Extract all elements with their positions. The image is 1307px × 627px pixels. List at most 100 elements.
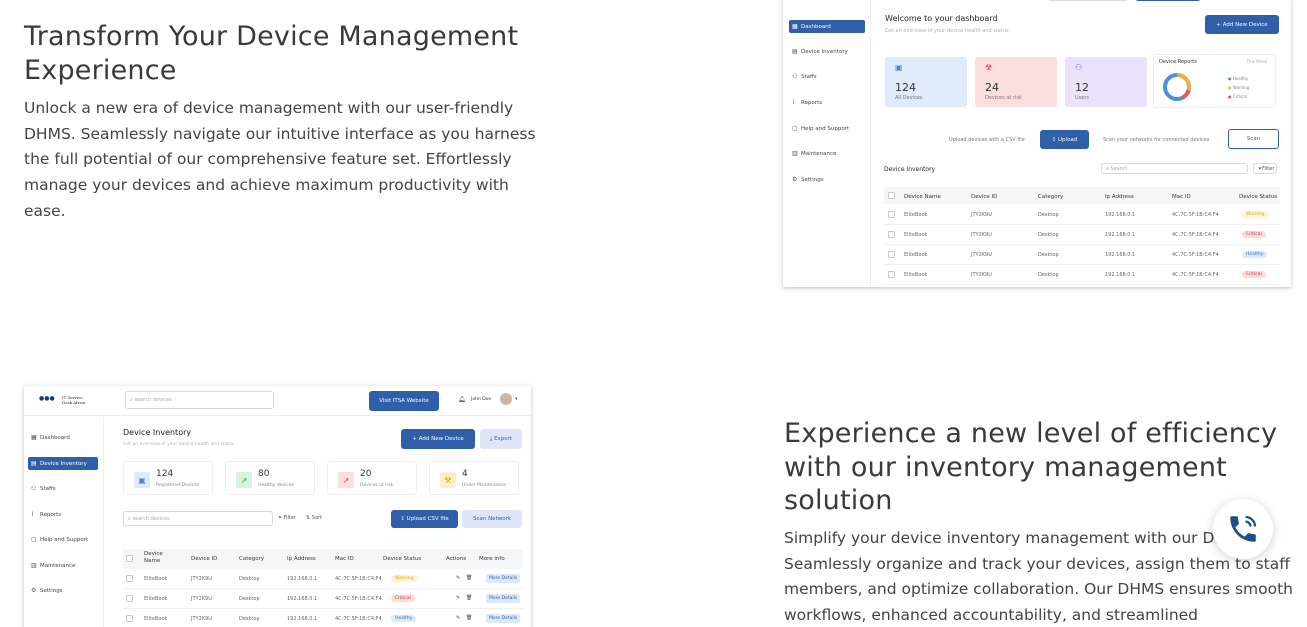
row-checkbox[interactable] — [126, 575, 133, 582]
sidebar-item-settings[interactable]: ⚙ Settings — [789, 173, 865, 186]
status-badge: Critical — [1242, 271, 1266, 278]
row-checkbox[interactable] — [126, 615, 133, 622]
sidebar-item-reports[interactable]: ⌇ Reports — [28, 508, 98, 521]
status-badge: Critical — [1242, 231, 1266, 238]
call-button[interactable] — [1213, 499, 1273, 559]
table-cell: JTY2K9U — [191, 596, 212, 602]
sidebar-label: Maintenance — [801, 150, 837, 157]
inventory-title: Device Inventory — [884, 166, 936, 173]
sort-button[interactable]: ⇅ Sort — [306, 515, 322, 521]
top-search-input[interactable]: ⌕ search devices — [125, 391, 274, 409]
column-header: Category — [239, 556, 265, 562]
sidebar-item-maintenance[interactable]: ▥ Maintenance — [28, 559, 98, 572]
sidebar-item-help[interactable]: ▢ Help and Support — [28, 533, 98, 546]
status-badge: Warning — [1242, 211, 1269, 218]
section1-paragraph: Unlock a new era of device management wi… — [24, 99, 536, 220]
chart-icon: ⌇ — [792, 99, 795, 106]
row-checkbox[interactable] — [126, 595, 133, 602]
stat-value: 20 — [360, 469, 372, 479]
upload-label: Upload devices with a CSV file — [949, 137, 1025, 143]
dashboard-screenshot: ▦ Dashboard ▤ Device Inventory ⚇ Staffs ⌇ Re… — [783, 0, 1291, 287]
edit-icon[interactable]: ✎ — [456, 595, 460, 601]
table-cell: JTY2K9U — [971, 232, 992, 238]
inventory-page-subtitle: Get an overview of your device health an… — [123, 442, 235, 447]
scan-network-button[interactable]: Scan Network — [462, 510, 522, 528]
sidebar-item-staffs[interactable]: ⚇ Staffs — [789, 70, 865, 83]
column-header: Category — [1038, 194, 1064, 200]
row-checkbox[interactable] — [888, 251, 895, 258]
tool-icon: ▥ — [792, 150, 798, 157]
table-cell: Desktop — [1038, 272, 1059, 278]
table-cell: 192.168.0.1 — [287, 576, 318, 582]
trend-up-icon: ↗ — [236, 472, 252, 488]
sidebar-item-dashboard[interactable]: ▦ Dashboard — [28, 431, 98, 444]
reports-title: Device Reports — [1159, 59, 1197, 65]
more-details-button[interactable]: More Details — [486, 594, 521, 603]
table-cell: EliteBook — [904, 252, 928, 258]
sidebar-item-inventory[interactable]: ▤ Device Inventory — [789, 45, 865, 58]
sidebar-item-reports[interactable]: ⌇ Reports — [789, 96, 865, 109]
row-divider — [884, 244, 1280, 245]
row-divider — [884, 284, 1280, 285]
export-button[interactable]: ⤓ Export — [480, 429, 522, 449]
column-header: Mac ID — [1172, 194, 1191, 200]
sidebar-item-inventory[interactable]: ▤ Device Inventory — [28, 457, 98, 470]
alert-icon: ☢ — [985, 63, 993, 72]
inventory-search-input[interactable]: ⌕ Search — [1101, 163, 1248, 174]
sidebar-item-maintenance[interactable]: ▥ Maintenance — [789, 147, 865, 160]
more-details-button[interactable]: More Details — [486, 614, 521, 623]
sidebar-item-staffs[interactable]: ⚇ Staffs — [28, 482, 98, 495]
filter-button[interactable]: ⏷ Filter — [1253, 163, 1277, 174]
sidebar-item-dashboard[interactable]: ▦ Dashboard — [789, 20, 865, 33]
chevron-down-icon[interactable]: ▾ — [515, 396, 518, 402]
sidebar-item-settings[interactable]: ⚙ Settings — [28, 584, 98, 597]
row-divider — [884, 224, 1280, 225]
top-search-fragment — [1049, 0, 1127, 1]
delete-icon[interactable]: 🗑︎ — [466, 615, 472, 621]
edit-icon[interactable]: ✎ — [456, 575, 460, 581]
delete-icon[interactable]: 🗑︎ — [466, 595, 472, 601]
avatar[interactable] — [500, 393, 512, 405]
user-icon: ⚇ — [792, 73, 798, 80]
row-checkbox[interactable] — [888, 211, 895, 218]
stat-card-risk: ↗ 20 Devices at risk — [327, 461, 417, 495]
phone-icon — [1230, 515, 1257, 542]
delete-icon[interactable]: 🗑︎ — [466, 575, 472, 581]
sidebar-item-help[interactable]: ▢ Help and Support — [789, 122, 865, 135]
scan-button[interactable]: Scan — [1228, 129, 1279, 149]
sort-icon: ⇅ — [306, 515, 311, 521]
inventory-icon: ▤ — [31, 460, 37, 467]
filter-button[interactable]: ⏷ Filter — [278, 515, 296, 521]
inventory-page-title: Device Inventory — [123, 428, 192, 437]
visit-website-button[interactable]: Visit ITSA Website — [369, 391, 439, 411]
users-icon: ⚇ — [1075, 63, 1083, 72]
bell-icon[interactable]: 🔔︎ — [458, 396, 466, 403]
select-all-checkbox[interactable] — [126, 555, 133, 562]
add-device-button[interactable]: + Add New Device — [401, 429, 475, 449]
upload-csv-button[interactable]: ⇪ Upload CSV file — [391, 510, 458, 528]
stat-value: 80 — [258, 469, 270, 479]
gear-icon: ⚙ — [792, 176, 798, 183]
trend-down-icon: ↗ — [338, 472, 354, 488]
table-cell: 4C:7C:5F:1B:C4:F4 — [1172, 232, 1219, 238]
reports-filter[interactable]: This Week — [1247, 59, 1267, 64]
stat-label: Devices at risk — [985, 95, 1022, 101]
device-reports-card: Device Reports This Week ● Healthy ● War… — [1153, 54, 1276, 108]
filter-icon: ⏷ — [278, 515, 283, 521]
legend-healthy: ● Healthy — [1228, 76, 1249, 81]
select-all-checkbox[interactable] — [888, 192, 895, 199]
table-cell: 192.168.0.1 — [1105, 212, 1136, 218]
row-checkbox[interactable] — [888, 231, 895, 238]
upload-button[interactable]: ⇪ Upload — [1040, 130, 1089, 149]
row-divider — [884, 264, 1280, 265]
more-details-button[interactable]: More Details — [486, 574, 521, 583]
table-cell: EliteBook — [904, 232, 928, 238]
add-device-button[interactable]: + Add New Device — [1205, 15, 1279, 34]
table-cell: 4C:7C:5F:1B:C4:F4 — [1172, 272, 1219, 278]
edit-icon[interactable]: ✎ — [456, 615, 460, 621]
chart-icon: ⌇ — [31, 511, 34, 518]
device-search-input[interactable]: ⌕ search devices — [123, 511, 273, 526]
scan-label: Scan your networks for connected devices — [1103, 137, 1210, 143]
stat-label: Devices at risk — [360, 483, 394, 488]
row-checkbox[interactable] — [888, 271, 895, 278]
